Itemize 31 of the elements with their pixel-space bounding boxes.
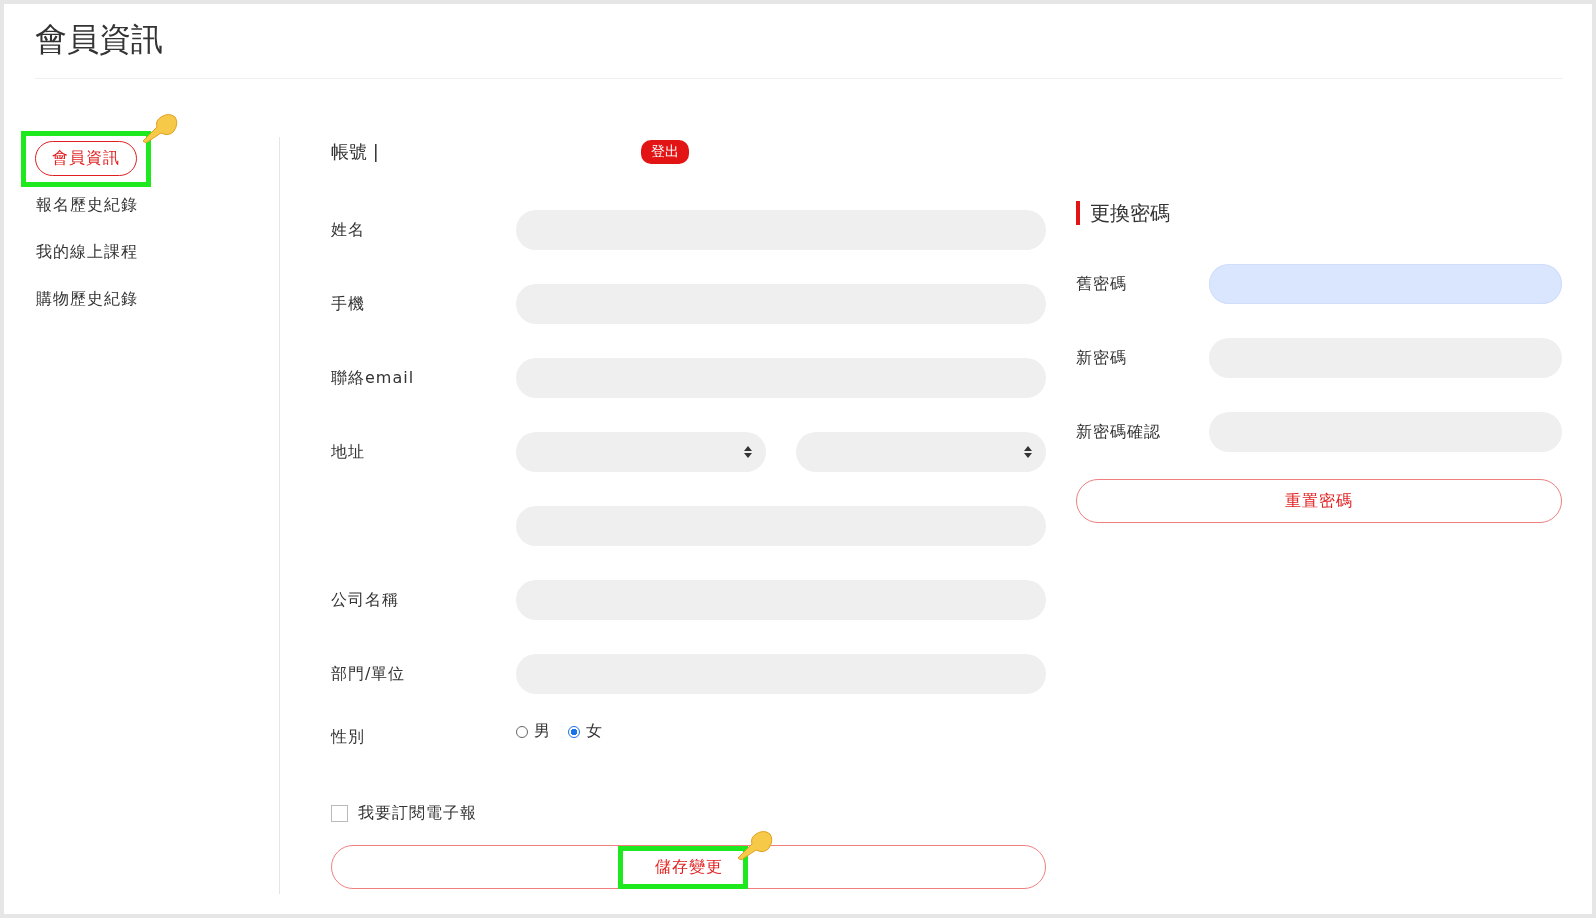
sidebar-item[interactable]: 購物歷史紀錄 bbox=[35, 282, 139, 317]
reset-password-button[interactable]: 重置密碼 bbox=[1076, 479, 1562, 523]
field-label: 新密碼 bbox=[1076, 347, 1128, 369]
field-label: 新密碼確認 bbox=[1076, 421, 1162, 443]
checkbox-label: 我要訂閱電子報 bbox=[358, 802, 477, 824]
field-label: 舊密碼 bbox=[1076, 273, 1128, 295]
field-label: 姓名 bbox=[331, 219, 366, 241]
option-label: 女 bbox=[586, 721, 602, 742]
checkbox[interactable] bbox=[331, 804, 348, 822]
page-title: 會員資訊 bbox=[35, 12, 1562, 79]
field-label: 部門/單位 bbox=[331, 663, 407, 685]
field-label: 性別 bbox=[331, 727, 366, 748]
logout-button[interactable]: 登出 bbox=[641, 140, 689, 164]
option-label: 男 bbox=[534, 721, 550, 742]
radio-button[interactable] bbox=[568, 725, 580, 738]
field-label: 手機 bbox=[331, 293, 366, 315]
section-title: 更換密碼 bbox=[1076, 201, 1562, 225]
password-field[interactable] bbox=[1209, 264, 1562, 304]
up-down-arrows-icon bbox=[1024, 446, 1032, 458]
account-label: 帳號 | bbox=[331, 140, 380, 164]
radio-button[interactable] bbox=[516, 725, 528, 738]
radio-option[interactable]: 女 bbox=[568, 721, 602, 742]
field-label: 公司名稱 bbox=[331, 589, 400, 611]
radio-option[interactable]: 男 bbox=[516, 721, 550, 742]
up-down-arrows-icon bbox=[744, 446, 752, 458]
select-field[interactable] bbox=[516, 432, 766, 472]
field-label: 地址 bbox=[331, 441, 366, 463]
sidebar-item[interactable]: 我的線上課程 bbox=[35, 235, 139, 270]
sidebar-item[interactable]: 報名歷史紀錄 bbox=[35, 188, 139, 223]
select-field[interactable] bbox=[796, 432, 1046, 472]
field-label: 聯絡email bbox=[331, 367, 416, 389]
